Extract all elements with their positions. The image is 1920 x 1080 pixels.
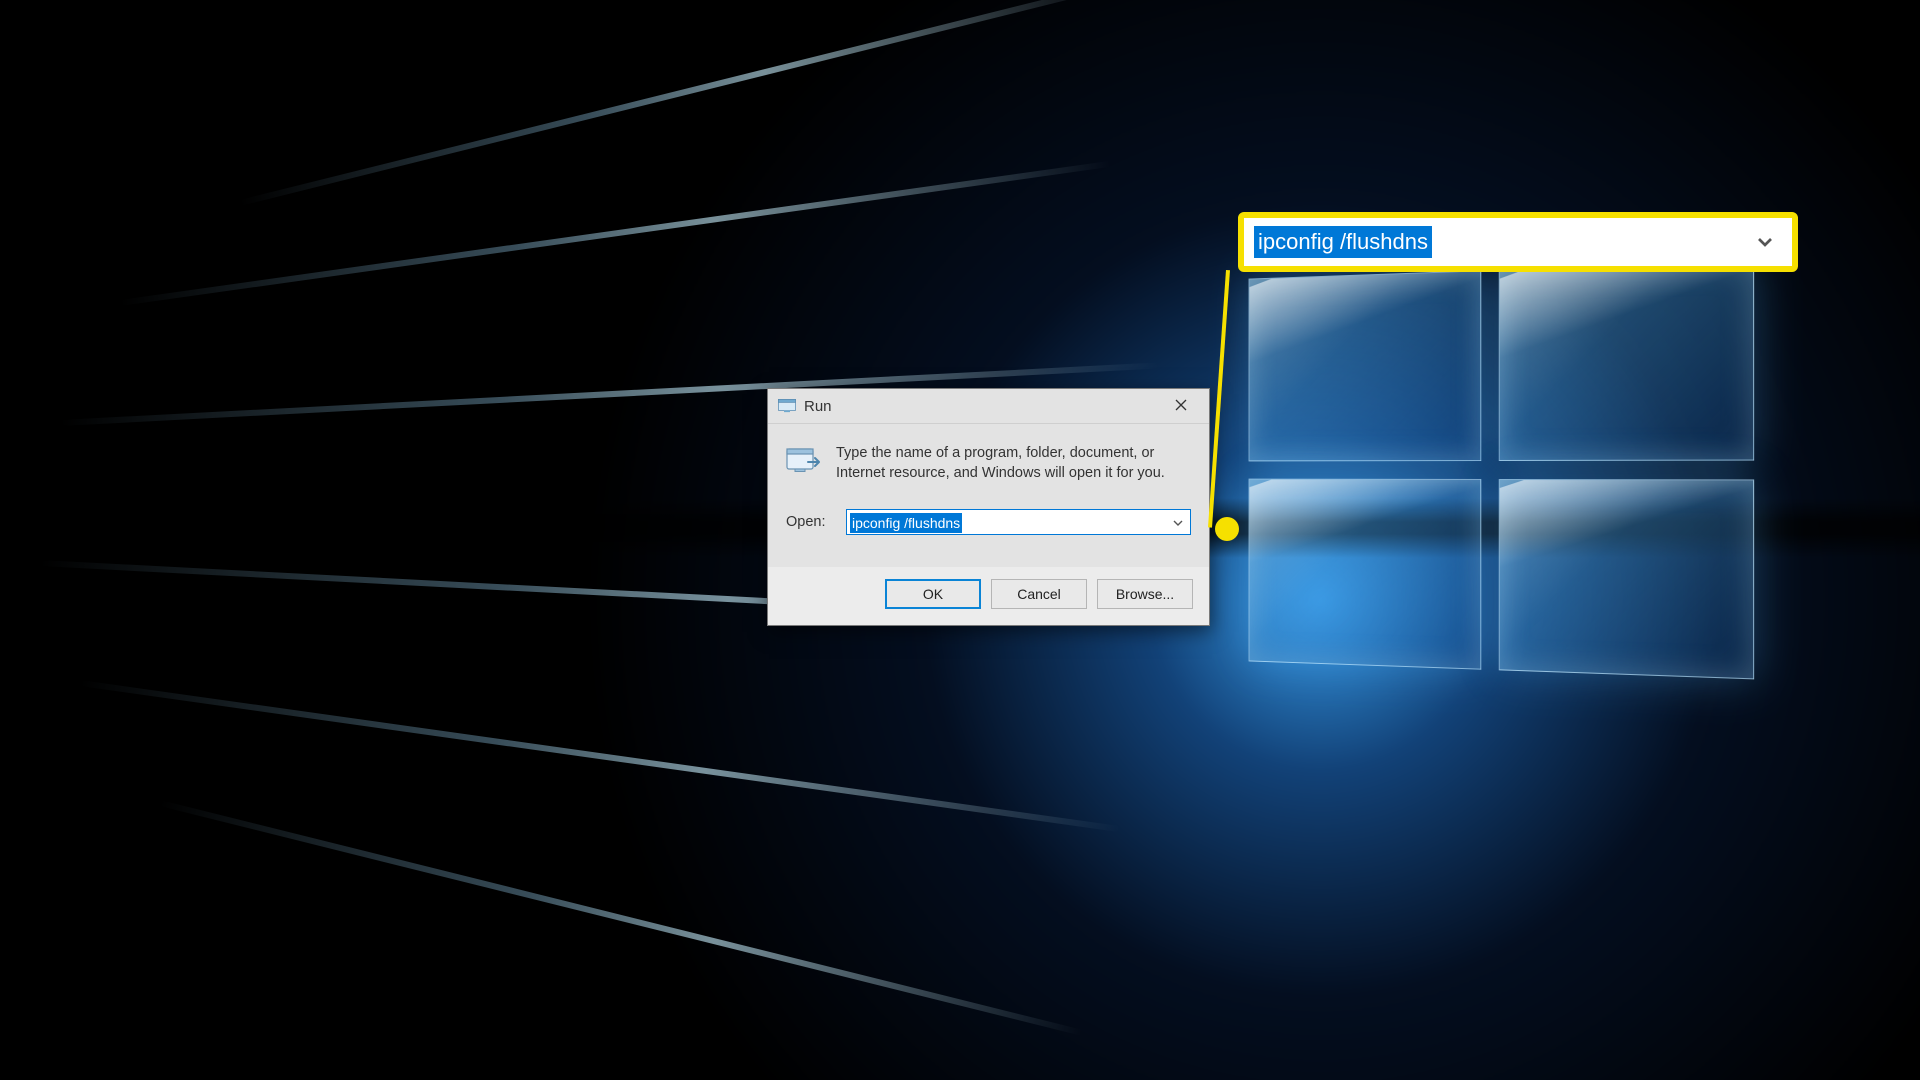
callout-input-value: ipconfig /flushdns (1254, 226, 1432, 258)
close-icon (1175, 398, 1187, 415)
callout-zoomed-input: ipconfig /flushdns (1238, 212, 1798, 272)
windows-logo-icon (1249, 261, 1755, 680)
ok-button[interactable]: OK (885, 579, 981, 609)
open-label: Open: (786, 514, 832, 530)
run-dialog: Run Type the name of a program, folder, … (767, 388, 1210, 626)
browse-button[interactable]: Browse... (1097, 579, 1193, 609)
open-combobox[interactable]: ipconfig /flushdns (846, 509, 1191, 535)
run-titlebar-icon (778, 399, 796, 413)
cancel-button[interactable]: Cancel (991, 579, 1087, 609)
open-combobox-value: ipconfig /flushdns (850, 513, 962, 533)
chevron-down-icon (1172, 516, 1184, 528)
chevron-down-icon (1756, 233, 1774, 251)
run-dialog-description: Type the name of a program, folder, docu… (836, 444, 1191, 483)
run-dialog-footer: OK Cancel Browse... (768, 567, 1209, 625)
callout-anchor-dot (1215, 517, 1239, 541)
run-dialog-icon (786, 446, 820, 476)
close-button[interactable] (1159, 389, 1203, 423)
run-dialog-titlebar[interactable]: Run (768, 389, 1209, 424)
run-dialog-title: Run (804, 398, 1159, 415)
